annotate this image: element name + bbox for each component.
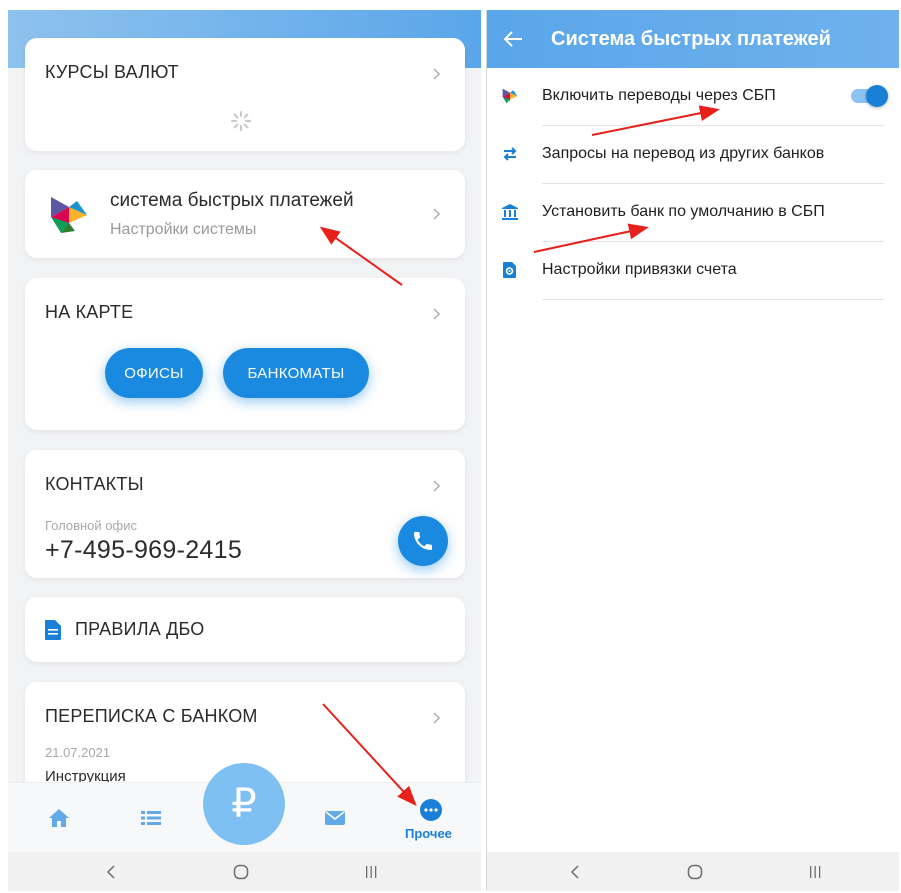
default-bank-row[interactable]: Установить банк по умолчанию в СБП [487,184,899,242]
sbp-card-subtitle: Настройки системы [110,221,257,238]
ruble-icon: ₽ [231,782,257,826]
rules-card[interactable]: ПРАВИЛА ДБО [25,597,465,662]
sbp-logo-icon [501,87,519,105]
left-phone-screen: КУРСЫ ВАЛЮТ система быстрых платежей Нас… [8,10,481,891]
default-bank-label: Установить банк по умолчанию в СБП [542,203,825,220]
mail-icon[interactable] [324,808,346,828]
currency-rates-card[interactable]: КУРСЫ ВАЛЮТ [25,38,465,151]
android-system-navigation [487,852,899,891]
enable-sbp-toggle[interactable] [851,85,888,107]
phone-number[interactable]: +7-495-969-2415 [45,536,242,565]
system-back-icon[interactable] [567,864,583,880]
more-tab-label[interactable]: Прочее [405,826,452,841]
enable-sbp-label: Включить переводы через СБП [542,87,776,104]
payments-ruble-button[interactable]: ₽ [203,763,285,845]
contacts-card-title: КОНТАКТЫ [45,474,144,494]
page-title: Система быстрых платежей [551,28,831,50]
head-office-label: Головной офис [45,518,137,533]
system-recents-icon[interactable] [363,864,379,880]
sbp-card[interactable]: система быстрых платежей Настройки систе… [25,170,465,258]
bank-icon [501,203,519,221]
right-phone-screen: Система быстрых платежей Включить перево… [486,10,899,891]
transfer-requests-row[interactable]: Запросы на перевод из других банков [487,126,899,184]
contacts-card: КОНТАКТЫ Головной офис +7-495-969-2415 [25,450,465,578]
sbp-settings-header: Система быстрых платежей [487,10,899,68]
toggle-knob [866,85,888,107]
chevron-right-icon [431,208,443,220]
divider [542,299,884,300]
rules-card-title: ПРАВИЛА ДБО [75,619,205,639]
map-card: НА КАРТЕ ОФИСЫ БАНКОМАТЫ [25,278,465,430]
chevron-right-icon [431,68,443,80]
bottom-navigation: ₽ Прочее [8,763,481,852]
chevron-right-icon [431,712,443,724]
sbp-logo-icon [47,195,91,235]
currency-rates-title: КУРСЫ ВАЛЮТ [45,62,179,82]
phone-icon [414,532,432,550]
message-date: 21.07.2021 [45,745,111,760]
list-icon[interactable] [140,808,162,828]
system-back-icon[interactable] [103,864,119,880]
call-button[interactable] [398,516,448,566]
chevron-right-icon[interactable] [431,308,443,320]
transfer-requests-label: Запросы на перевод из других банков [542,145,825,162]
atms-button[interactable]: БАНКОМАТЫ [223,348,369,398]
more-icon[interactable] [420,799,442,821]
map-card-title: НА КАРТЕ [45,302,134,322]
system-home-icon[interactable] [233,864,249,880]
document-icon [45,620,61,640]
offices-button[interactable]: ОФИСЫ [105,348,203,398]
bank-chat-title: ПЕРЕПИСКА С БАНКОМ [45,706,258,726]
account-binding-row[interactable]: Настройки привязки счета [487,242,899,300]
account-binding-label: Настройки привязки счета [542,261,737,278]
home-icon[interactable] [48,808,70,828]
chevron-right-icon[interactable] [431,480,443,492]
back-arrow-icon[interactable] [503,30,523,48]
sbp-card-title: система быстрых платежей [110,190,354,211]
system-recents-icon[interactable] [807,864,823,880]
android-system-navigation [8,852,481,891]
enable-sbp-row[interactable]: Включить переводы через СБП [487,68,899,126]
system-home-icon[interactable] [687,864,703,880]
swap-arrows-icon [501,145,519,163]
loading-spinner-icon [230,110,252,132]
settings-document-icon [501,261,519,279]
